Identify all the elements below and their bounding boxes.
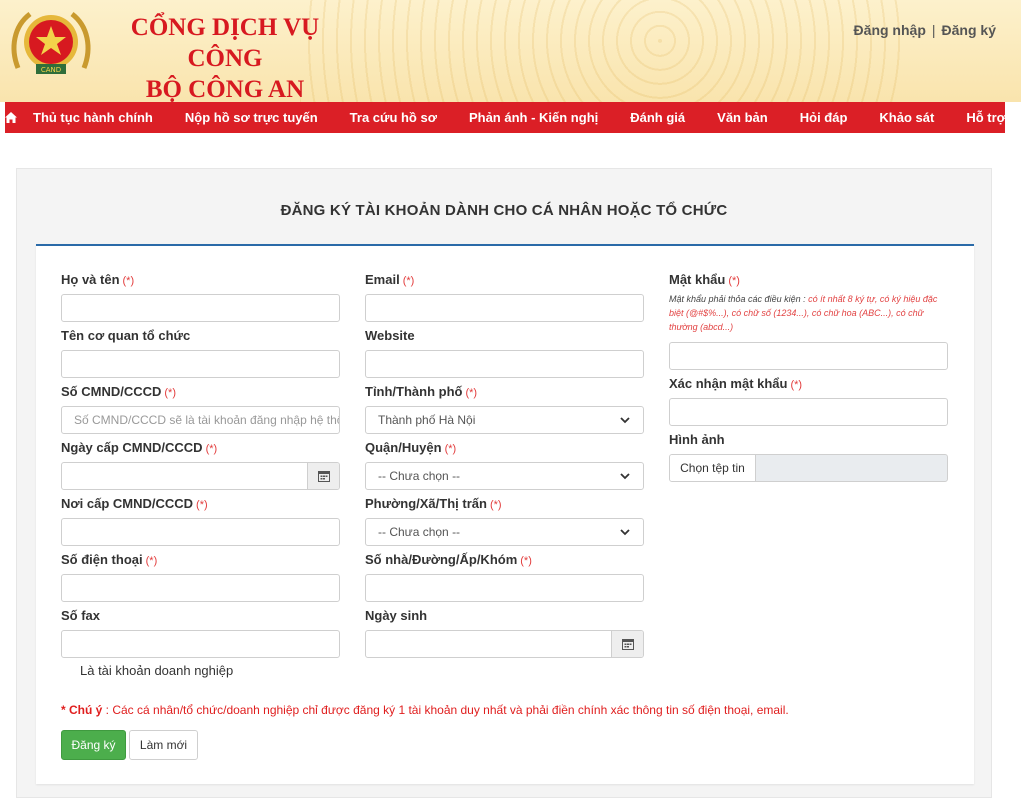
choose-file-button[interactable]: Chọn tệp tin	[670, 455, 756, 481]
id-number-placeholder: Số CMND/CCCD sẽ là tài khoản đăng nhập h…	[74, 413, 340, 427]
login-link[interactable]: Đăng nhập	[854, 22, 926, 38]
nav-ho-tro[interactable]: Hỗ trợ	[950, 102, 1021, 133]
birthday-label: Ngày sinh	[365, 608, 428, 623]
auth-separator: |	[931, 22, 936, 38]
main-nav: Thủ tục hành chính Nộp hồ sơ trực tuyến …	[5, 102, 1006, 133]
brand-line-2: BỘ CÔNG AN	[145, 76, 305, 102]
province-select[interactable]: Thành phố Hà Nội	[365, 406, 644, 434]
password-label: Mật khẩu (*)	[669, 272, 740, 287]
district-select[interactable]: -- Chưa chọn --	[365, 462, 644, 490]
full-name-label: Họ và tên (*)	[61, 272, 135, 287]
organization-label: Tên cơ quan tổ chức	[61, 328, 191, 343]
image-file-input[interactable]: Chọn tệp tin	[669, 454, 948, 482]
header-pattern	[300, 0, 900, 102]
full-name-input[interactable]	[61, 294, 340, 322]
id-number-label: Số CMND/CCCD (*)	[61, 384, 176, 399]
phone-label: Số điện thoại (*)	[61, 552, 158, 567]
nav-van-ban[interactable]: Văn bản	[701, 102, 784, 133]
chevron-down-icon	[620, 417, 630, 424]
password-hint: Mật khẩu phải thỏa các điều kiện : có ít…	[669, 294, 938, 332]
password-input[interactable]	[669, 342, 948, 370]
district-label: Quận/Huyện (*)	[365, 440, 457, 455]
police-emblem-icon[interactable]: CAND	[8, 6, 94, 86]
phone-input[interactable]	[61, 574, 340, 602]
province-value: Thành phố Hà Nội	[378, 413, 476, 427]
home-icon[interactable]	[5, 102, 17, 133]
website-label: Website	[365, 328, 415, 343]
nav-tra-cuu-ho-so[interactable]: Tra cứu hồ sơ	[334, 102, 453, 133]
svg-text:CAND: CAND	[41, 66, 61, 74]
registration-note: * Chú ý : Các cá nhân/tổ chức/doanh nghi…	[61, 703, 789, 717]
nav-hoi-dap[interactable]: Hỏi đáp	[784, 102, 864, 133]
site-header: CAND CỔNG DỊCH VỤ CÔNG BỘ CÔNG AN Đăng n…	[0, 0, 1021, 102]
website-input[interactable]	[365, 350, 644, 378]
image-label: Hình ảnh	[669, 432, 725, 447]
email-input[interactable]	[365, 294, 644, 322]
chevron-down-icon	[620, 529, 630, 536]
issue-date-label: Ngày cấp CMND/CCCD (*)	[61, 440, 218, 455]
ward-value: -- Chưa chọn --	[378, 525, 461, 539]
organization-input[interactable]	[61, 350, 340, 378]
district-value: -- Chưa chọn --	[378, 469, 461, 483]
province-label: Tỉnh/Thành phố (*)	[365, 384, 478, 399]
address-label: Số nhà/Đường/Ấp/Khóm (*)	[365, 552, 532, 567]
confirm-password-input[interactable]	[669, 398, 948, 426]
nav-nop-ho-so[interactable]: Nộp hồ sơ trực tuyến	[169, 102, 334, 133]
ward-label: Phường/Xã/Thị trấn (*)	[365, 496, 502, 511]
fax-input[interactable]	[61, 630, 340, 658]
confirm-password-label: Xác nhận mật khẩu (*)	[669, 376, 803, 391]
birthday-input[interactable]	[365, 630, 644, 658]
auth-links: Đăng nhập | Đăng ký	[854, 22, 996, 38]
address-input[interactable]	[365, 574, 644, 602]
brand-line-1: CỔNG DỊCH VỤ CÔNG	[130, 14, 320, 72]
form-title: ĐĂNG KÝ TÀI KHOẢN DÀNH CHO CÁ NHÂN HOẶC …	[280, 202, 728, 219]
issue-place-input[interactable]	[61, 518, 340, 546]
nav-thu-tuc-hanh-chinh[interactable]: Thủ tục hành chính	[17, 102, 169, 133]
business-account-label[interactable]: Là tài khoản doanh nghiệp	[80, 663, 233, 678]
id-number-input[interactable]: Số CMND/CCCD sẽ là tài khoản đăng nhập h…	[61, 406, 340, 434]
registration-form: Họ và tên (*) Tên cơ quan tổ chức Số CMND…	[36, 244, 974, 784]
brand-title: CỔNG DỊCH VỤ CÔNG BỘ CÔNG AN	[110, 12, 340, 102]
email-label: Email (*)	[365, 272, 415, 287]
reset-button[interactable]: Làm mới	[129, 730, 198, 760]
fax-label: Số fax	[61, 608, 101, 623]
nav-khao-sat[interactable]: Khảo sát	[863, 102, 950, 133]
registration-panel: ĐĂNG KÝ TÀI KHOẢN DÀNH CHO CÁ NHÂN HOẶC …	[16, 168, 992, 798]
chevron-down-icon	[620, 473, 630, 480]
nav-danh-gia[interactable]: Đánh giá	[614, 102, 701, 133]
ward-select[interactable]: -- Chưa chọn --	[365, 518, 644, 546]
nav-phan-anh-kien-nghi[interactable]: Phản ánh - Kiến nghị	[453, 102, 614, 133]
issue-place-label: Nơi cấp CMND/CCCD (*)	[61, 496, 208, 511]
register-link[interactable]: Đăng ký	[942, 22, 996, 38]
calendar-icon[interactable]	[307, 463, 339, 489]
calendar-icon[interactable]	[611, 631, 643, 657]
register-button[interactable]: Đăng ký	[61, 730, 126, 760]
issue-date-input[interactable]	[61, 462, 340, 490]
